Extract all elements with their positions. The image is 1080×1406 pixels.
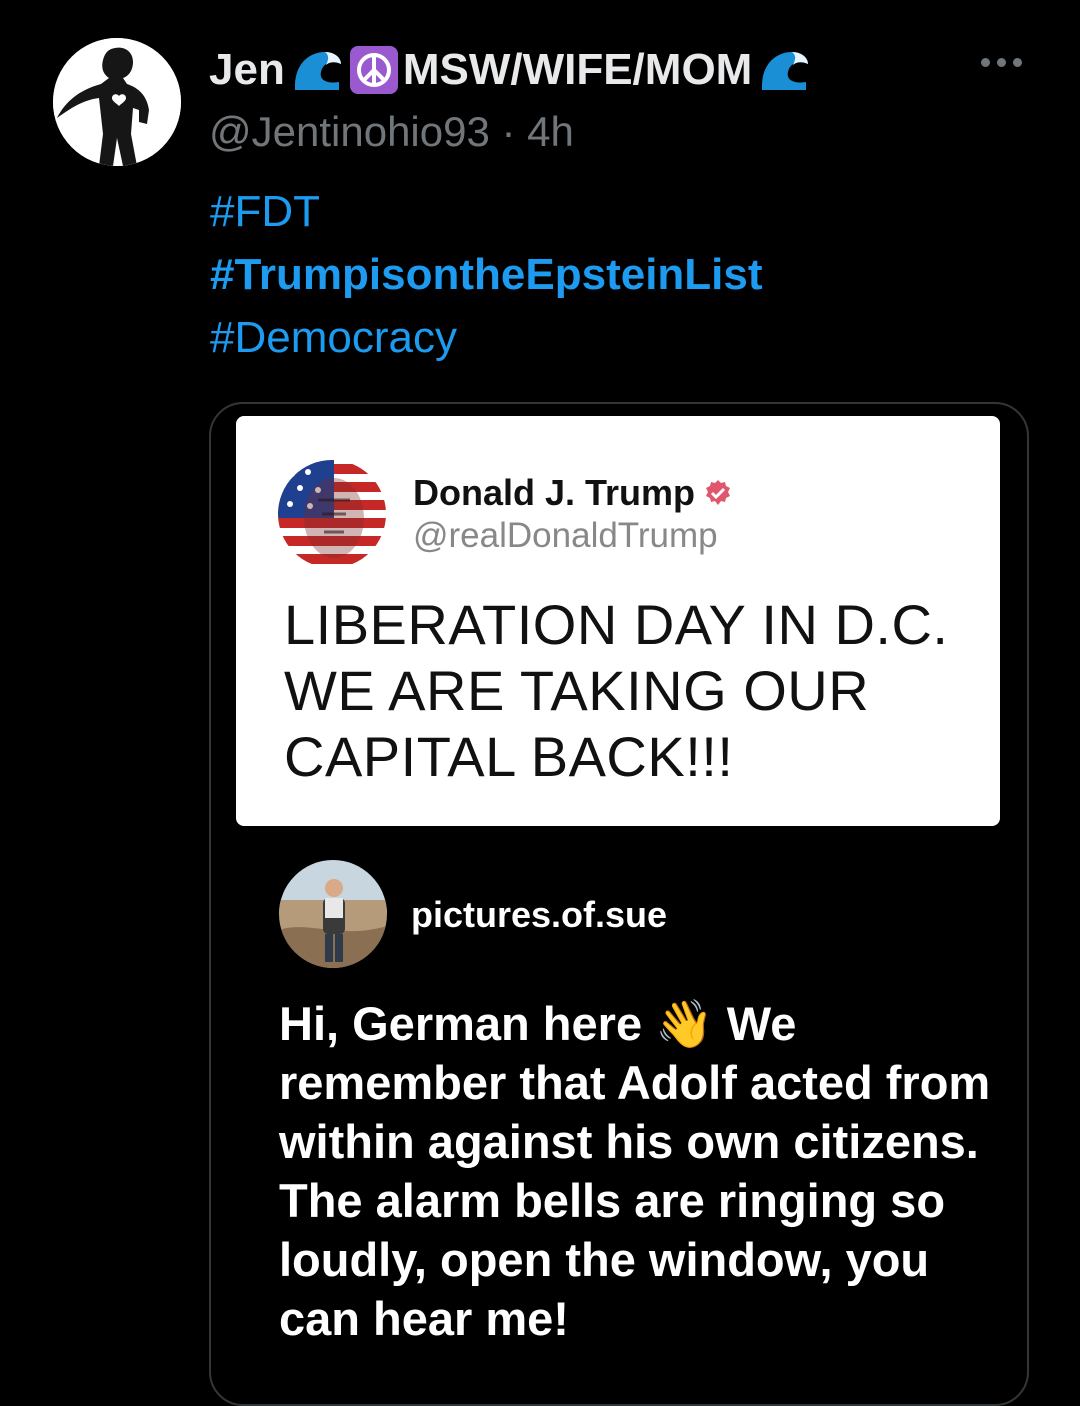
hashtag-fdt[interactable]: #FDT xyxy=(210,180,763,243)
display-name[interactable]: Jen MSW/WIFE/MOM xyxy=(209,40,812,100)
separator: · xyxy=(489,108,528,155)
more-dot xyxy=(1013,58,1022,67)
peace-sign-icon xyxy=(349,46,398,94)
display-name-prefix: Jen xyxy=(209,45,285,94)
verified-badge-icon xyxy=(706,480,731,505)
reply-avatar xyxy=(279,860,387,968)
attached-image[interactable]: Donald J. Trump @realDonaldTrump LIBERAT… xyxy=(209,402,1029,1406)
more-dot xyxy=(997,58,1006,67)
embedded-author-name-text: Donald J. Trump xyxy=(413,472,696,513)
beach-photo-avatar-icon xyxy=(279,860,387,968)
more-options-icon[interactable] xyxy=(981,58,1022,67)
user-handle[interactable]: @Jentinohio93 xyxy=(209,108,490,155)
user-avatar[interactable] xyxy=(53,38,181,166)
trump-avatar xyxy=(278,460,386,568)
post-time[interactable]: 4h xyxy=(527,108,574,155)
reply-text: Hi, German here 👋 We remember that Adolf… xyxy=(279,994,999,1348)
embedded-post-text: LIBERATION DAY IN D.C. WE ARE TAKING OUR… xyxy=(284,593,949,788)
hashtag-democracy[interactable]: #Democracy xyxy=(210,306,763,369)
display-name-middle: MSW/WIFE/MOM xyxy=(402,45,753,94)
embedded-post-card: Donald J. Trump @realDonaldTrump LIBERAT… xyxy=(236,416,1000,826)
tweet-hashtags: #FDT #TrumpisontheEpsteinList #Democracy xyxy=(210,180,763,369)
more-dot xyxy=(981,58,990,67)
embedded-author-name: Donald J. Trump xyxy=(413,472,733,514)
embedded-author-handle: @realDonaldTrump xyxy=(413,516,718,555)
reply-username: pictures.of.sue xyxy=(411,894,668,935)
reply-text-before: Hi, German here xyxy=(279,997,656,1050)
wave-emoji-icon xyxy=(762,52,809,90)
wave-emoji-icon xyxy=(294,52,341,90)
superhero-silhouette-icon xyxy=(53,38,181,166)
handle-and-time: @Jentinohio93 · 4h xyxy=(209,108,574,156)
flag-face-avatar-icon xyxy=(278,460,386,568)
hashtag-epstein-list[interactable]: #TrumpisontheEpsteinList xyxy=(210,243,763,306)
wave-hand-emoji-icon: 👋 xyxy=(655,997,714,1050)
